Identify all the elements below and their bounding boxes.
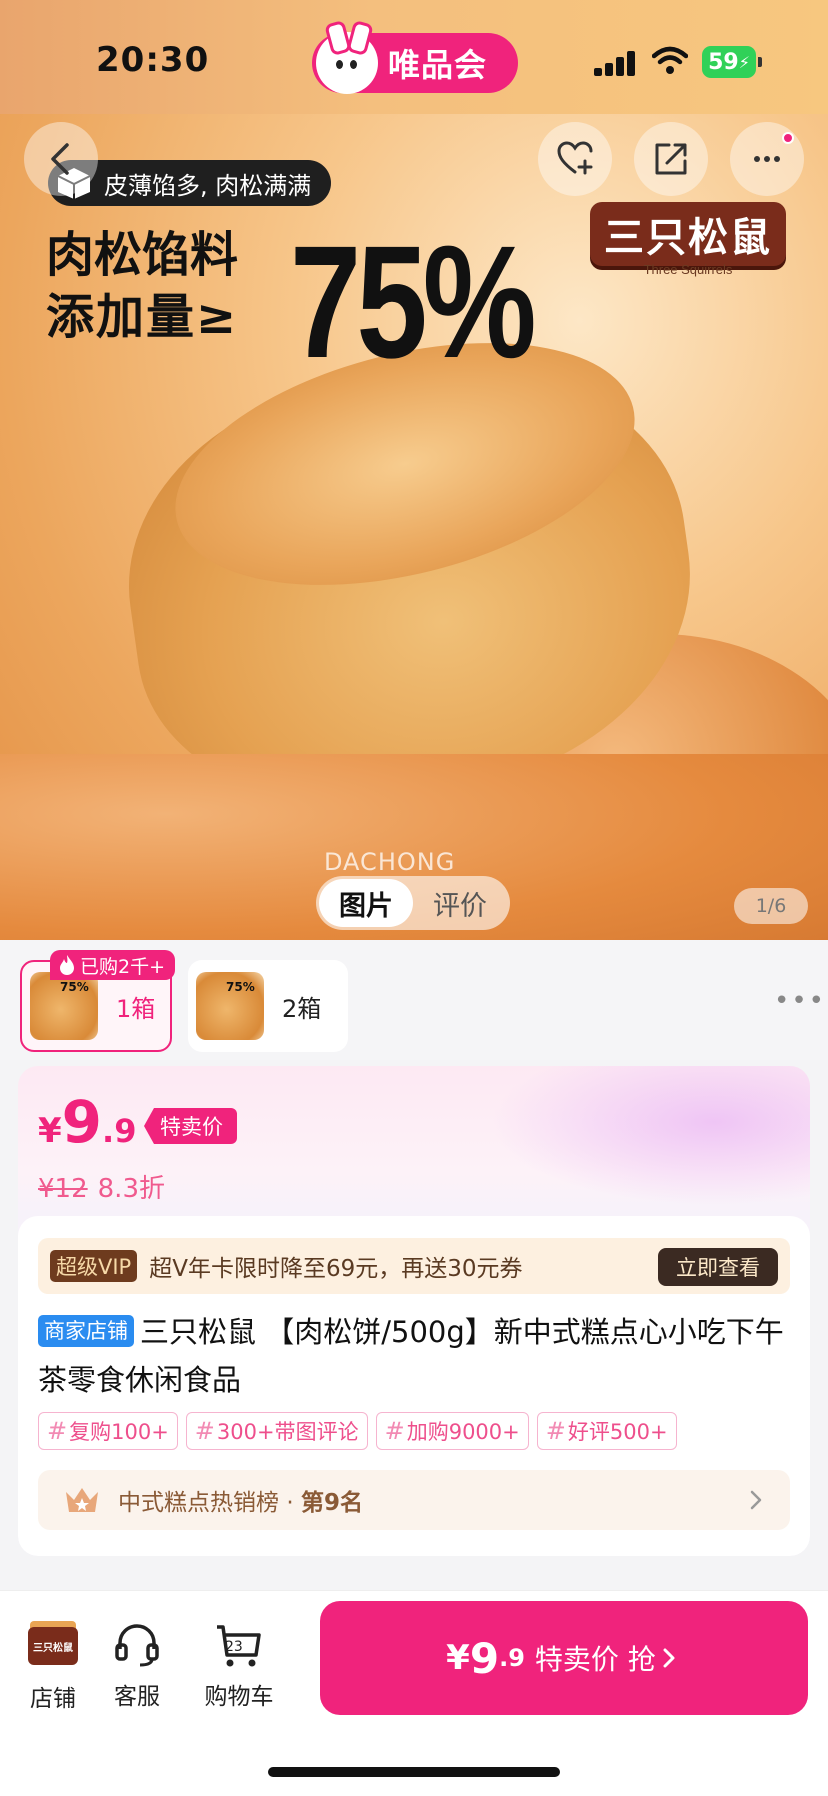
price-card: ¥9.9 特卖价 ¥12 8.3折 超级VIP 超V年卡限时降至69元，再送30元… bbox=[18, 1066, 810, 1556]
share-button[interactable] bbox=[634, 122, 708, 196]
chevron-right-icon bbox=[750, 1490, 762, 1510]
cart-button[interactable]: 23 购物车 bbox=[194, 1621, 284, 1711]
product-highlights: # 复购100+ #300+带图评论 # 加购9000+ # 好评500+ bbox=[38, 1412, 677, 1450]
heart-plus-icon bbox=[557, 141, 593, 175]
battery-indicator: 59 ⚡ bbox=[702, 46, 762, 78]
shop-logo: 三只松鼠 bbox=[28, 1627, 78, 1665]
wifi-icon bbox=[652, 46, 688, 74]
special-price-tag: 特卖价 bbox=[144, 1108, 237, 1144]
hero-headline: 肉松馅料 添加量≥ bbox=[46, 227, 239, 345]
headset-icon bbox=[115, 1624, 159, 1667]
app-mascot-icon bbox=[316, 32, 378, 94]
app-name: 唯品会 bbox=[388, 46, 488, 84]
notification-dot bbox=[782, 132, 794, 144]
cellular-signal-icon bbox=[594, 50, 636, 76]
more-menu-button[interactable] bbox=[730, 122, 804, 196]
media-tab-switch[interactable]: 图片 评价 bbox=[316, 876, 510, 930]
status-bar: 20:30 唯品会 59 ⚡ bbox=[0, 0, 828, 114]
bottom-action-bar: 三只松鼠 店铺 客服 23 购物车 ¥9.9 特卖价 抢 bbox=[0, 1590, 828, 1796]
chevron-right-icon bbox=[663, 1648, 675, 1668]
home-indicator bbox=[268, 1767, 560, 1777]
variant-thumbnail bbox=[196, 972, 264, 1040]
vip-badge: 超级VIP bbox=[50, 1250, 138, 1282]
crown-icon bbox=[66, 1488, 98, 1512]
shop-button[interactable]: 三只松鼠 店铺 bbox=[8, 1621, 98, 1713]
highlight-chip[interactable]: # 好评500+ bbox=[536, 1412, 677, 1450]
customer-service-button[interactable]: 客服 bbox=[92, 1621, 182, 1711]
discount-label: 8.3折 bbox=[97, 1174, 165, 1204]
more-icon bbox=[754, 156, 780, 162]
variant-more-button[interactable]: ••• bbox=[774, 986, 826, 1016]
chevron-left-icon bbox=[51, 143, 69, 175]
variant-label: 2箱 bbox=[282, 994, 322, 1023]
buy-now-button[interactable]: ¥9.9 特卖价 抢 bbox=[320, 1601, 808, 1715]
highlight-chip[interactable]: # 加购9000+ bbox=[375, 1412, 529, 1450]
image-counter: 1/6 bbox=[734, 888, 808, 924]
tab-reviews[interactable]: 评价 bbox=[413, 879, 507, 927]
back-button[interactable] bbox=[24, 122, 98, 196]
status-time: 20:30 bbox=[96, 40, 210, 80]
favorite-button[interactable] bbox=[538, 122, 612, 196]
share-icon bbox=[655, 143, 687, 175]
image-watermark: DACHONG bbox=[324, 848, 456, 876]
brand-logo-en: Three Squirrels bbox=[643, 262, 733, 277]
shop-type-tag: 商家店铺 bbox=[38, 1315, 134, 1347]
product-hero-image[interactable]: 皮薄馅多, 肉松满满 肉松馅料 添加量≥ 75% 三只松鼠 Three Squi… bbox=[0, 114, 828, 940]
ranking-bar[interactable]: 中式糕点热销榜 · 第9名 bbox=[38, 1470, 790, 1530]
highlight-chip[interactable]: #300+带图评论 bbox=[185, 1412, 368, 1450]
highlight-chip[interactable]: # 复购100+ bbox=[38, 1412, 178, 1450]
current-price: ¥9.9 bbox=[38, 1088, 137, 1156]
vip-promo-bar[interactable]: 超级VIP 超V年卡限时降至69元，再送30元券 立即查看 bbox=[38, 1238, 790, 1294]
sold-count-badge: 已购2千+ bbox=[50, 950, 176, 980]
app-indicator[interactable]: 唯品会 bbox=[312, 32, 518, 94]
product-title: 商家店铺 三只松鼠 【肉松饼/500g】新中式糕点心小吃下午茶零食休闲食品 bbox=[38, 1315, 784, 1397]
cart-icon: 23 bbox=[214, 1621, 264, 1669]
brand-logo: 三只松鼠 bbox=[590, 202, 786, 266]
tab-photos[interactable]: 图片 bbox=[319, 879, 413, 927]
variant-thumbnail bbox=[30, 972, 98, 1040]
cart-count: 23 bbox=[225, 1639, 243, 1655]
flame-icon bbox=[60, 955, 74, 975]
ranking-text: 中式糕点热销榜 · 第9名 bbox=[118, 1490, 363, 1516]
variant-option-2[interactable]: 2箱 bbox=[188, 960, 348, 1052]
hero-percent: 75% bbox=[290, 212, 537, 391]
product-detail-panel: 超级VIP 超V年卡限时降至69元，再送30元券 立即查看 商家店铺 三只松鼠 【… bbox=[18, 1216, 810, 1556]
vip-promo-text: 超V年卡限时降至69元，再送30元券 bbox=[149, 1256, 523, 1282]
vip-view-button[interactable]: 立即查看 bbox=[658, 1248, 778, 1286]
variant-label: 1箱 bbox=[116, 994, 156, 1023]
original-price: ¥12 8.3折 bbox=[38, 1174, 165, 1204]
